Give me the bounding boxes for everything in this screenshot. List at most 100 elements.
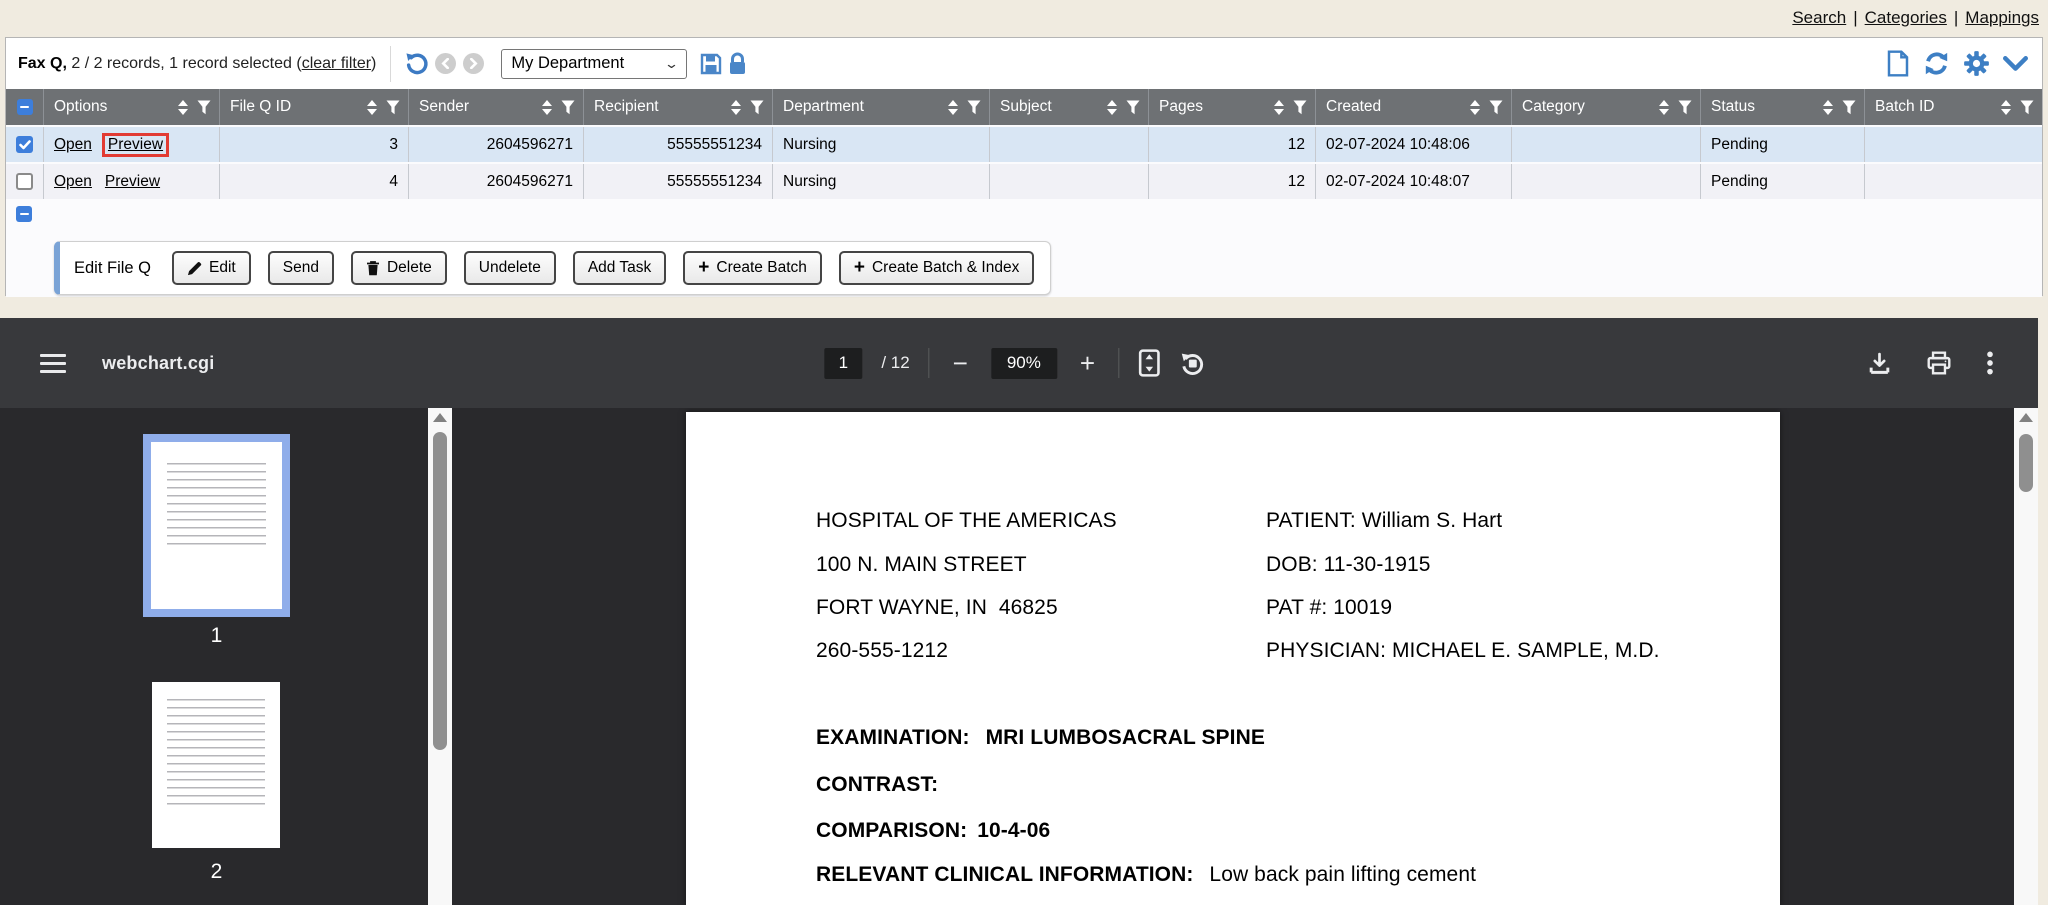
document-scrollbar[interactable]: [2014, 408, 2038, 905]
preview-link[interactable]: Preview: [108, 136, 163, 153]
column-header-options[interactable]: Options: [43, 89, 219, 125]
chevron-down-icon[interactable]: [2003, 55, 2028, 73]
nav-link-categories[interactable]: Categories: [1865, 8, 1947, 28]
row-checkbox-unchecked[interactable]: [16, 173, 33, 190]
fit-to-page-icon[interactable]: [1138, 349, 1160, 377]
subject-cell: [989, 164, 1148, 199]
sender-cell: 2604596271: [408, 164, 583, 199]
sort-icon[interactable]: [365, 98, 379, 117]
menu-icon[interactable]: [40, 354, 66, 373]
create-batch-button[interactable]: +Create Batch: [683, 251, 822, 285]
subject-cell: [989, 127, 1148, 162]
filter-icon[interactable]: [386, 100, 400, 115]
thumbnail-sidebar: 1 2: [0, 408, 428, 905]
sort-icon[interactable]: [176, 98, 190, 117]
sort-icon[interactable]: [729, 98, 743, 117]
undelete-button[interactable]: Undelete: [464, 251, 556, 285]
add-task-button[interactable]: Add Task: [573, 251, 666, 285]
download-icon[interactable]: [1867, 351, 1892, 376]
clear-filter-link[interactable]: clear filter: [302, 55, 371, 72]
document-line: EXAMINATION: MRI LUMBOSACRAL SPINE: [816, 726, 1265, 750]
sort-icon[interactable]: [1468, 98, 1482, 117]
table-row: Open Preview 3 2604596271 55555551234 Nu…: [6, 125, 2042, 162]
row-checkbox-checked[interactable]: [16, 136, 33, 153]
sort-icon[interactable]: [540, 98, 554, 117]
filter-icon[interactable]: [750, 100, 764, 115]
view-select-value: My Department: [511, 54, 624, 73]
column-header-pages[interactable]: Pages: [1148, 89, 1315, 125]
column-label: Department: [783, 98, 864, 116]
open-link[interactable]: Open: [54, 173, 92, 191]
column-header-recipient[interactable]: Recipient: [583, 89, 772, 125]
column-header-created[interactable]: Created: [1315, 89, 1511, 125]
undo-icon[interactable]: [403, 51, 429, 77]
save-icon[interactable]: [699, 52, 723, 76]
thumbnail-scrollbar[interactable]: [428, 408, 452, 905]
sort-icon[interactable]: [1999, 98, 2013, 117]
column-label: Created: [1326, 98, 1381, 116]
gear-icon[interactable]: [1963, 50, 1990, 77]
preview-link[interactable]: Preview: [105, 173, 160, 191]
edit-button[interactable]: Edit: [172, 251, 251, 285]
fax-queue-toolbar: Fax Q, 2 / 2 records, 1 record selected …: [6, 38, 2042, 89]
scrollbar-thumb[interactable]: [2019, 434, 2033, 492]
filter-icon[interactable]: [1126, 100, 1140, 115]
nav-link-search[interactable]: Search: [1792, 8, 1846, 28]
rotate-icon[interactable]: [1179, 350, 1206, 377]
sort-icon[interactable]: [1821, 98, 1835, 117]
delete-button[interactable]: Delete: [351, 251, 447, 285]
refresh-icon[interactable]: [1923, 50, 1950, 77]
lock-icon[interactable]: [727, 52, 748, 76]
created-cell: 02-07-2024 10:48:07: [1315, 164, 1511, 199]
button-label: Delete: [387, 259, 432, 277]
page-number-input[interactable]: 1: [824, 348, 862, 379]
pdf-title: webchart.cgi: [102, 353, 214, 374]
sort-icon[interactable]: [1105, 98, 1119, 117]
view-select[interactable]: My Department ⌄: [501, 49, 687, 79]
nav-link-mappings[interactable]: Mappings: [1965, 8, 2039, 28]
scroll-up-arrow-icon[interactable]: [433, 413, 447, 422]
send-button[interactable]: Send: [268, 251, 334, 285]
filter-icon[interactable]: [1678, 100, 1692, 115]
thumbnail-page-2[interactable]: [152, 682, 280, 848]
document-line: CONTRAST:: [816, 773, 948, 797]
scroll-up-arrow-icon[interactable]: [2019, 413, 2033, 422]
nav-separator: |: [1954, 8, 1958, 28]
open-link[interactable]: Open: [54, 136, 92, 154]
filter-icon[interactable]: [197, 100, 211, 115]
thumbnail-page-1[interactable]: [143, 434, 290, 617]
filter-icon[interactable]: [967, 100, 981, 115]
more-options-icon[interactable]: [1986, 350, 1994, 376]
sort-icon[interactable]: [1272, 98, 1286, 117]
filter-icon[interactable]: [561, 100, 575, 115]
status-cell: Pending: [1700, 164, 1864, 199]
zoom-out-button[interactable]: −: [949, 353, 972, 373]
collapse-minus-icon[interactable]: [16, 206, 32, 222]
scrollbar-thumb[interactable]: [433, 432, 447, 750]
filter-icon[interactable]: [1489, 100, 1503, 115]
queue-title: Fax Q,: [18, 55, 67, 72]
create-batch-index-button[interactable]: +Create Batch & Index: [839, 251, 1034, 285]
sort-icon[interactable]: [946, 98, 960, 117]
sort-icon[interactable]: [1657, 98, 1671, 117]
column-header-category[interactable]: Category: [1511, 89, 1700, 125]
filter-icon[interactable]: [1293, 100, 1307, 115]
column-header-subject[interactable]: Subject: [989, 89, 1148, 125]
column-header-status[interactable]: Status: [1700, 89, 1864, 125]
column-header-file-q-id[interactable]: File Q ID: [219, 89, 408, 125]
new-document-icon[interactable]: [1886, 50, 1910, 77]
filter-icon[interactable]: [2020, 100, 2034, 115]
zoom-in-button[interactable]: +: [1076, 353, 1099, 373]
page-count-label: / 12: [881, 353, 909, 373]
column-label: Status: [1711, 98, 1755, 116]
print-icon[interactable]: [1926, 350, 1952, 376]
select-all-cell[interactable]: [6, 89, 43, 125]
chevron-right-icon[interactable]: [463, 53, 484, 74]
column-header-batch-id[interactable]: Batch ID: [1864, 89, 2042, 125]
document-line: PAT #: 10019: [1266, 596, 1392, 620]
select-all-minus-icon[interactable]: [17, 99, 33, 115]
chevron-left-icon[interactable]: [435, 53, 456, 74]
column-header-sender[interactable]: Sender: [408, 89, 583, 125]
column-header-department[interactable]: Department: [772, 89, 989, 125]
filter-icon[interactable]: [1842, 100, 1856, 115]
